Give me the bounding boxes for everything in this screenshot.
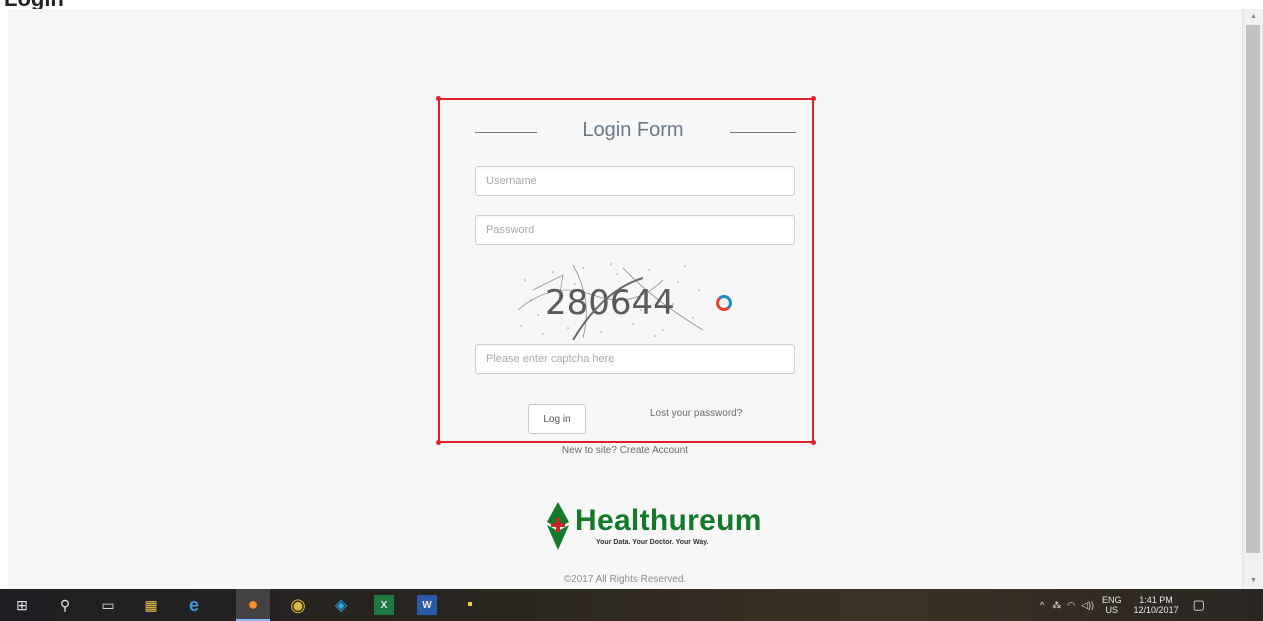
login-button[interactable]: Log in	[528, 404, 586, 434]
username-input[interactable]	[475, 166, 795, 196]
scroll-down-icon[interactable]: ▼	[1243, 575, 1263, 587]
brand-logo: Healthureum Your Data. Your Doctor. Your…	[545, 498, 775, 558]
captcha-text: 280644	[545, 283, 675, 323]
tray-chevron-icon[interactable]: ^	[1040, 600, 1044, 610]
highlight-handle	[436, 96, 441, 101]
wifi-icon[interactable]: ◠	[1067, 600, 1075, 611]
captcha-noise-svg: 280644	[517, 263, 704, 341]
brand-tagline: Your Data. Your Doctor. Your Way.	[596, 539, 709, 546]
clock-date: 12/10/2017	[1133, 605, 1179, 615]
language-code: ENG	[1102, 595, 1122, 605]
sticky-notes-icon[interactable]: ▪	[460, 595, 480, 615]
lost-password-link[interactable]: Lost your password?	[650, 408, 742, 419]
start-icon[interactable]: ⊞	[12, 595, 32, 615]
volume-icon[interactable]: ◁))	[1081, 600, 1094, 611]
scroll-up-icon[interactable]: ▲	[1243, 11, 1263, 23]
login-form-title: Login Form	[582, 119, 684, 141]
search-icon[interactable]: ⚲	[55, 595, 75, 615]
task-view-icon[interactable]: ▭	[98, 595, 118, 615]
notifications-icon[interactable]: ▢	[1193, 597, 1205, 613]
copyright-text: ©2017 All Rights Reserved.	[563, 574, 687, 585]
page-heading-cut: Login	[4, 0, 64, 9]
create-account-link[interactable]: New to site? Create Account	[562, 445, 688, 456]
firefox-icon[interactable]: ●	[236, 589, 270, 621]
title-divider-right	[730, 132, 796, 133]
captcha-input[interactable]	[475, 344, 795, 374]
excel-icon[interactable]: X	[374, 595, 394, 615]
system-tray: ^ ⁂ ◠ ◁)) ENG US 1:41 PM 12/10/2017 ▢	[1040, 589, 1205, 621]
clock[interactable]: 1:41 PM 12/10/2017	[1134, 595, 1179, 615]
network-icon[interactable]: ⁂	[1052, 600, 1061, 611]
brand-name: Healthureum	[575, 504, 762, 537]
word-icon[interactable]: W	[417, 595, 437, 615]
scrollbar-thumb[interactable]	[1246, 25, 1260, 553]
ethereum-diamond-icon	[547, 502, 569, 550]
title-divider-left	[475, 132, 537, 133]
login-form-highlight: Login Form 280644	[436, 96, 816, 445]
captcha-image: 280644	[513, 260, 708, 341]
page-top-strip: Login	[0, 0, 1263, 9]
captcha-refresh-icon[interactable]	[716, 295, 732, 311]
browser-viewport: Login Form 280644	[8, 9, 1242, 589]
highlight-handle	[811, 96, 816, 101]
clock-time: 1:41 PM	[1139, 595, 1173, 605]
telegram-icon[interactable]: ◈	[331, 595, 351, 615]
password-input[interactable]	[475, 215, 795, 245]
region-code: US	[1105, 605, 1119, 615]
chrome-icon[interactable]: ◉	[288, 595, 308, 615]
edge-icon[interactable]: e	[184, 595, 204, 615]
file-explorer-icon[interactable]: ▦	[141, 595, 161, 615]
vertical-scrollbar[interactable]: ▲ ▼	[1242, 9, 1263, 589]
language-indicator[interactable]: ENG US	[1102, 595, 1122, 615]
windows-taskbar: ⊞ ⚲ ▭ ▦ e ● ◉ ◈ X W ▪ ^ ⁂ ◠ ◁)) ENG US 1…	[0, 589, 1263, 621]
signup-prompt: New to site? Create Account	[8, 445, 1242, 456]
